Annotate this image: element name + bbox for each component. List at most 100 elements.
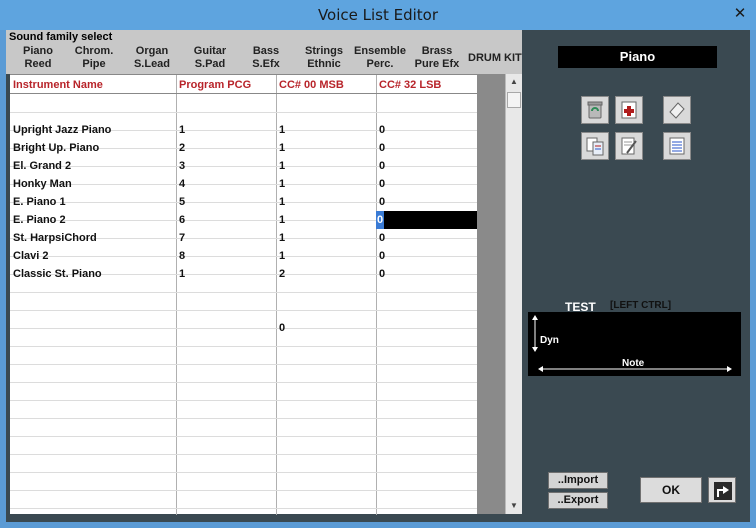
- row-divider: [10, 454, 477, 455]
- cell-program[interactable]: 4: [176, 175, 185, 193]
- left-ctrl-hint: [LEFT CTRL]: [610, 300, 672, 311]
- cell-lsb[interactable]: 0: [376, 247, 385, 265]
- cell-instrument-name[interactable]: Honky Man: [10, 175, 72, 193]
- cell-msb[interactable]: 1: [276, 229, 285, 247]
- cell-program[interactable]: 8: [176, 247, 185, 265]
- test-pad[interactable]: Dyn Note: [528, 312, 741, 376]
- row-divider: [10, 508, 477, 509]
- row-divider: [10, 202, 477, 203]
- row-divider: [10, 472, 477, 473]
- sound-family-bar: Sound family select Piano Reed Chrom. Pi…: [6, 30, 522, 74]
- voice-name-display: Piano: [558, 46, 717, 68]
- header-cc32-lsb[interactable]: CC# 32 LSB: [376, 77, 441, 93]
- family-drum-kit[interactable]: DRUM KIT: [468, 52, 522, 64]
- copy-paste-icon[interactable]: [581, 132, 609, 160]
- cell-instrument-name[interactable]: Clavi 2: [10, 247, 48, 265]
- family-organ-slead[interactable]: Organ S.Lead: [126, 45, 178, 73]
- cell-msb[interactable]: 1: [276, 175, 285, 193]
- recycle-bin-icon[interactable]: [581, 96, 609, 124]
- cell-instrument-name[interactable]: E. Piano 2: [10, 211, 66, 229]
- cell-instrument-name[interactable]: St. HarpsiChord: [10, 229, 97, 247]
- family-label: Organ: [135, 45, 169, 57]
- row-divider: [10, 490, 477, 491]
- family-piano-reed[interactable]: Piano Reed: [12, 45, 64, 73]
- title-bar: Voice List Editor ✕: [0, 0, 756, 30]
- family-label: Strings: [305, 45, 343, 57]
- family-chrom-pipe[interactable]: Chrom. Pipe: [68, 45, 120, 73]
- family-label: Perc.: [366, 58, 394, 70]
- family-label: Brass: [421, 45, 453, 57]
- row-divider: [10, 382, 477, 383]
- header-program-pcg[interactable]: Program PCG: [176, 77, 251, 93]
- add-document-icon[interactable]: [615, 96, 643, 124]
- client-area: Sound family select Piano Reed Chrom. Pi…: [6, 30, 750, 522]
- family-guitar-spad[interactable]: Guitar S.Pad: [184, 45, 236, 73]
- family-label: Ensemble: [354, 45, 406, 57]
- cell-msb[interactable]: 1: [276, 211, 285, 229]
- grid-side-column: [477, 74, 505, 514]
- export-button[interactable]: ..Export: [548, 492, 608, 509]
- scroll-up-icon[interactable]: ▲: [506, 74, 522, 90]
- family-bass-sefx[interactable]: Bass S.Efx: [242, 45, 290, 73]
- close-button[interactable]: ✕: [730, 5, 750, 23]
- cell-instrument-name[interactable]: El. Grand 2: [10, 157, 71, 175]
- header-cc00-msb[interactable]: CC# 00 MSB: [276, 77, 344, 93]
- cell-instrument-name[interactable]: Classic St. Piano: [10, 265, 102, 283]
- header-instrument-name[interactable]: Instrument Name: [10, 77, 103, 93]
- cell-lsb[interactable]: 0: [376, 157, 385, 175]
- cell-instrument-name[interactable]: Bright Up. Piano: [10, 139, 99, 157]
- cell-lsb[interactable]: 0: [376, 193, 385, 211]
- window-title: Voice List Editor: [317, 6, 439, 24]
- cell-msb[interactable]: 1: [276, 139, 285, 157]
- row-divider: [10, 184, 477, 185]
- voice-list-grid[interactable]: Instrument Name Program PCG CC# 00 MSB C…: [10, 74, 477, 515]
- cell-program[interactable]: 1: [176, 265, 185, 283]
- family-label: Reed: [24, 58, 52, 70]
- cell-lsb[interactable]: 0: [376, 139, 385, 157]
- scroll-thumb[interactable]: [507, 92, 521, 108]
- cell-program[interactable]: 1: [176, 121, 185, 139]
- edit-document-icon[interactable]: [615, 132, 643, 160]
- import-button[interactable]: ..Import: [548, 472, 608, 489]
- cell-instrument-name[interactable]: Upright Jazz Piano: [10, 121, 111, 139]
- exit-button[interactable]: [708, 477, 736, 503]
- row-divider: [10, 310, 477, 311]
- cell-msb[interactable]: 1: [276, 157, 285, 175]
- cell-program[interactable]: 3: [176, 157, 185, 175]
- family-label: S.Lead: [133, 58, 171, 70]
- cell-lsb-editing[interactable]: 0: [376, 211, 385, 229]
- cell-lsb[interactable]: 0: [376, 229, 385, 247]
- document-icon[interactable]: [663, 132, 691, 160]
- scroll-down-icon[interactable]: ▼: [506, 498, 522, 514]
- row-divider: [10, 112, 477, 113]
- cell-lsb[interactable]: 0: [376, 175, 385, 193]
- cell-msb[interactable]: 1: [276, 121, 285, 139]
- family-label: S.Pad: [194, 58, 226, 70]
- cell-lsb[interactable]: 0: [376, 265, 385, 283]
- sound-family-title: Sound family select: [9, 31, 113, 43]
- cell-program[interactable]: 5: [176, 193, 185, 211]
- row-divider: [10, 292, 477, 293]
- cell-msb[interactable]: 1: [276, 193, 285, 211]
- row-divider: [10, 166, 477, 167]
- cell-instrument-name[interactable]: E. Piano 1: [10, 193, 66, 211]
- row-divider: [10, 400, 477, 401]
- selected-cell-highlight: [376, 211, 477, 229]
- family-label: Chrom.: [74, 45, 114, 57]
- cell-lsb[interactable]: 0: [376, 121, 385, 139]
- ok-button[interactable]: OK: [640, 477, 702, 503]
- eraser-icon[interactable]: [663, 96, 691, 124]
- vertical-scrollbar[interactable]: ▲ ▼: [505, 74, 522, 514]
- cell-program[interactable]: 2: [176, 139, 185, 157]
- dynamics-axis-label: Dyn: [540, 335, 559, 346]
- cell-msb[interactable]: 0: [276, 319, 285, 337]
- row-divider: [10, 364, 477, 365]
- family-ensemble-perc[interactable]: Ensemble Perc.: [352, 45, 408, 73]
- cell-program[interactable]: 7: [176, 229, 185, 247]
- family-brass-pureefx[interactable]: Brass Pure Efx: [410, 45, 464, 73]
- family-strings-ethnic[interactable]: Strings Ethnic: [296, 45, 352, 73]
- cell-program[interactable]: 6: [176, 211, 185, 229]
- cell-msb[interactable]: 1: [276, 247, 285, 265]
- cell-msb[interactable]: 2: [276, 265, 285, 283]
- family-label: S.Efx: [252, 58, 280, 70]
